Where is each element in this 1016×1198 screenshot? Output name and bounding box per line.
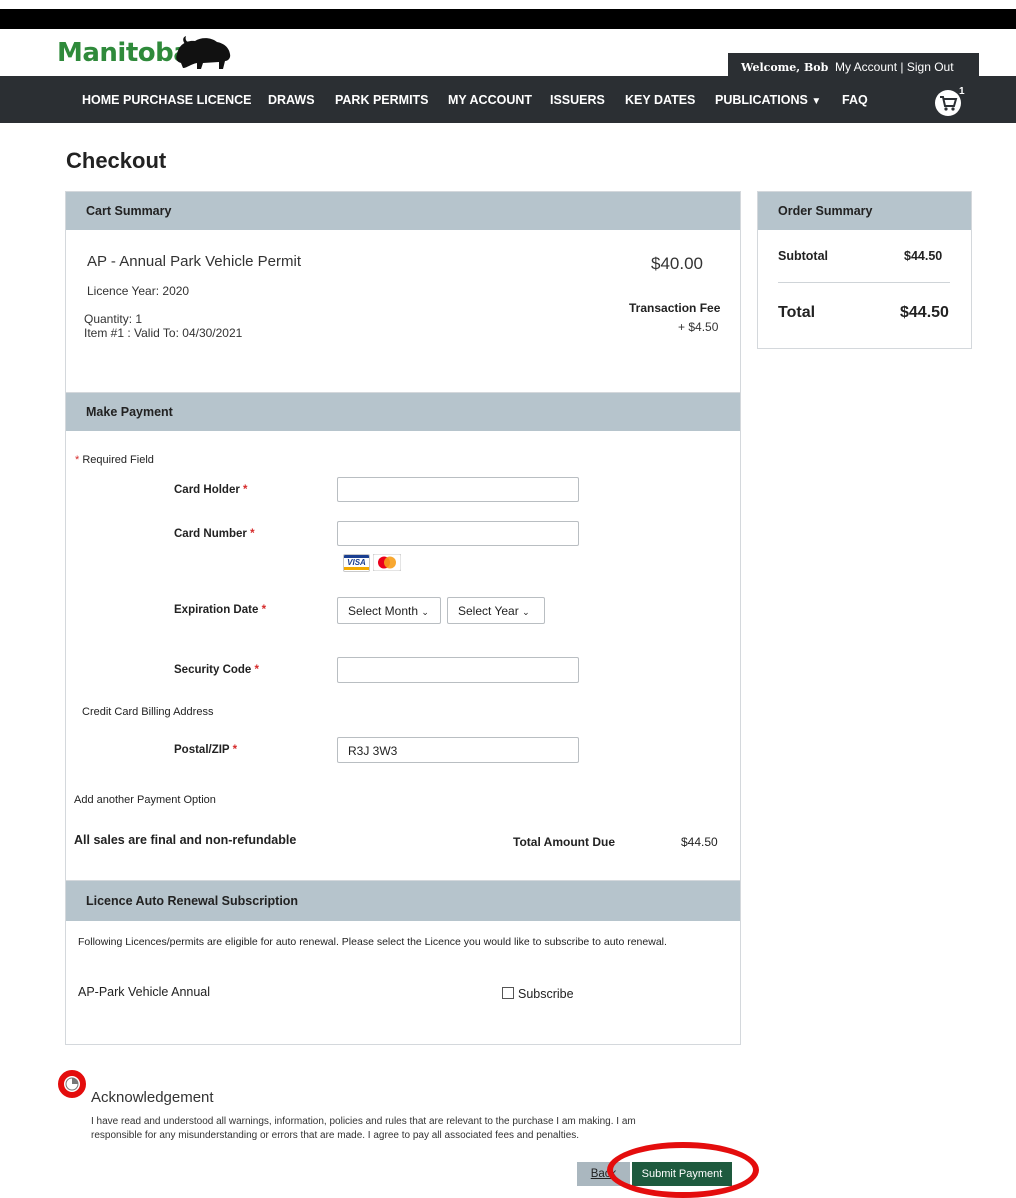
card-number-label: Card Number *: [174, 528, 255, 540]
nav-key-dates[interactable]: KEY DATES: [625, 93, 695, 107]
visa-text: VISA: [347, 558, 366, 567]
security-code-input[interactable]: [337, 657, 579, 683]
total-due-label: Total Amount Due: [513, 835, 615, 849]
card-holder-label: Card Holder *: [174, 484, 248, 496]
card-holder-label-text: Card Holder: [174, 484, 240, 496]
payment-heading: Make Payment: [86, 405, 173, 419]
nav-draws[interactable]: DRAWS: [268, 93, 315, 107]
order-summary-panel: Order Summary Subtotal $44.50 Total $44.…: [757, 191, 972, 349]
required-field-text: Required Field: [82, 454, 154, 466]
bison-icon: [176, 36, 231, 69]
nav-purchase-licence[interactable]: PURCHASE LICENCE: [123, 93, 252, 107]
chevron-down-icon: ⌄: [421, 607, 429, 617]
annotation-circle-submit: [607, 1142, 759, 1198]
cart-item-valid-to: Item #1 : Valid To: 04/30/2021: [84, 326, 243, 340]
order-summary-heading: Order Summary: [778, 204, 873, 218]
nav-publications-label: PUBLICATIONS: [715, 93, 808, 107]
nav-my-account[interactable]: MY ACCOUNT: [448, 93, 532, 107]
annotation-circle-small: [58, 1070, 86, 1098]
required-mark: *: [243, 484, 248, 496]
chevron-down-icon: ⌄: [522, 607, 530, 617]
cart-item-quantity: Quantity: 1: [84, 312, 143, 326]
security-label-text: Security Code: [174, 664, 252, 676]
required-mark: *: [254, 664, 260, 676]
required-mark: *: [232, 744, 238, 756]
top-bar: [0, 9, 1016, 29]
cart-count-badge: 1: [959, 86, 965, 97]
my-account-link[interactable]: My Account: [835, 60, 897, 74]
expiration-year-select[interactable]: Select Year ⌄: [447, 597, 545, 624]
security-code-label: Security Code *: [174, 664, 259, 676]
acknowledgement-heading: Acknowledgement: [91, 1089, 214, 1106]
cart-item-name: AP - Annual Park Vehicle Permit: [87, 253, 301, 270]
auto-renewal-heading: Licence Auto Renewal Subscription: [86, 894, 299, 908]
auto-renewal-panel: Licence Auto Renewal Subscription Follow…: [65, 880, 741, 1045]
caret-down-icon: ▼: [811, 96, 822, 107]
pie-radio-icon: [65, 1077, 79, 1091]
licence-year: Licence Year: 2020: [87, 284, 190, 298]
postal-code-input[interactable]: R3J 3W3: [337, 737, 579, 763]
cart-summary-panel: Cart Summary AP - Annual Park Vehicle Pe…: [65, 191, 741, 394]
sign-out-link[interactable]: Sign Out: [907, 60, 954, 74]
subtotal-value: $44.50: [904, 249, 943, 263]
visa-icon: VISA: [343, 554, 370, 572]
card-number-label-text: Card Number: [174, 528, 247, 540]
total-value: $44.50: [900, 304, 949, 321]
mastercard-icon: [373, 554, 401, 571]
month-select-value: Select Month: [348, 604, 419, 618]
acknowledgement-text-line-2: responsible for any misunderstanding or …: [91, 1130, 580, 1141]
billing-address-heading: Credit Card Billing Address: [82, 706, 214, 718]
expiration-date-label: Expiration Date *: [174, 604, 266, 616]
payment-header: Make Payment: [66, 393, 740, 431]
required-mark: *: [75, 454, 80, 466]
postal-label-text: Postal/ZIP: [174, 744, 230, 756]
auto-renewal-description: Following Licences/permits are eligible …: [78, 936, 667, 948]
page-title: Checkout: [66, 148, 167, 173]
required-mark: *: [250, 528, 255, 540]
nav-issuers[interactable]: ISSUERS: [550, 93, 605, 107]
manitoba-logo[interactable]: Manitoba: [57, 38, 191, 68]
total-label: Total: [778, 304, 816, 321]
expiration-month-select[interactable]: Select Month ⌄: [337, 597, 441, 624]
cart-item-price: $40.00: [651, 254, 703, 273]
year-select-value: Select Year: [458, 604, 519, 618]
logo-text: Manitoba: [57, 38, 191, 68]
subscribe-checkbox[interactable]: [502, 987, 514, 999]
order-summary-header: Order Summary: [758, 192, 971, 230]
nav-faq[interactable]: FAQ: [842, 93, 868, 107]
non-refundable-note: All sales are final and non-refundable: [74, 833, 297, 847]
transaction-fee-value: + $4.50: [678, 320, 719, 334]
card-number-input[interactable]: [337, 521, 579, 546]
nav-park-permits[interactable]: PARK PERMITS: [335, 93, 429, 107]
cart-summary-header: Cart Summary: [66, 192, 740, 230]
nav-home[interactable]: HOME: [82, 93, 120, 107]
required-mark: *: [261, 604, 267, 616]
payment-panel: Make Payment * Required Field Card Holde…: [65, 392, 741, 882]
nav-publications[interactable]: PUBLICATIONS ▼: [715, 93, 821, 107]
subscribe-option[interactable]: Subscribe: [502, 985, 574, 1003]
card-holder-input[interactable]: [337, 477, 579, 502]
summary-divider: [778, 282, 950, 283]
expiration-label-text: Expiration Date: [174, 604, 259, 616]
subtotal-label: Subtotal: [778, 249, 828, 263]
add-payment-option-link[interactable]: Add another Payment Option: [74, 794, 216, 806]
welcome-text: Welcome, Bob: [741, 61, 829, 74]
cart-button[interactable]: 1: [933, 86, 969, 118]
auto-renewal-header: Licence Auto Renewal Subscription: [66, 881, 740, 921]
renewal-item-label: AP-Park Vehicle Annual: [78, 985, 211, 999]
subscribe-label: Subscribe: [518, 987, 574, 1001]
cart-summary-heading: Cart Summary: [86, 204, 172, 218]
transaction-fee-label: Transaction Fee: [629, 301, 721, 315]
total-due-value: $44.50: [681, 835, 718, 849]
required-field-note: * Required Field: [75, 454, 154, 466]
postal-code-label: Postal/ZIP *: [174, 744, 237, 756]
acknowledgement-text-line-1: I have read and understood all warnings,…: [91, 1116, 636, 1127]
link-separator: |: [900, 60, 904, 74]
